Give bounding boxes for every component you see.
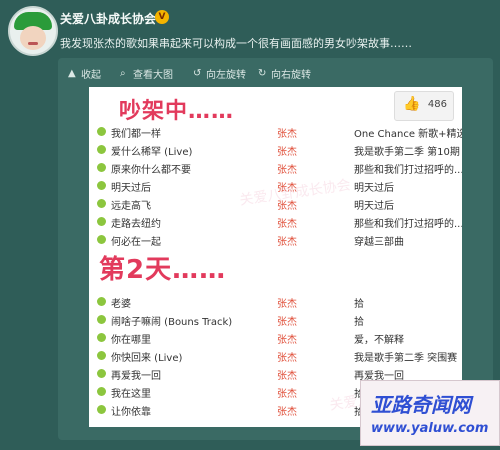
site-logo-name: 亚路奇闻网: [371, 393, 471, 417]
rotate-right-button[interactable]: ↻ 向右旋转: [258, 66, 311, 81]
collapse-icon: ▲: [68, 67, 76, 79]
play-icon: [97, 405, 106, 414]
list-item: 爱什么稀罕 (Live) 张杰 我是歌手第二季 第10期: [89, 141, 462, 159]
play-icon: [97, 235, 106, 244]
thumb-up-icon: 👍: [403, 96, 421, 112]
list-item: 原来你什么都不要 张杰 那些和我们打过招呼的...: [89, 159, 462, 177]
list-item: 闹啥子嘛闹 (Bouns Track) 张杰拾: [89, 311, 462, 329]
face-icon: [20, 26, 46, 50]
heading-fighting: 吵架中……: [119, 99, 235, 124]
play-icon: [97, 181, 106, 190]
rotate-right-icon: ↻: [258, 67, 267, 79]
site-logo: 亚路奇闻网 www.yaluw.com: [360, 380, 500, 446]
list-item: 老婆 张杰拾: [89, 293, 462, 311]
play-icon: [97, 315, 106, 324]
like-count: 486: [427, 99, 447, 110]
play-icon: [97, 127, 106, 136]
list-item: 何必在一起 张杰 穿越三部曲: [89, 231, 462, 249]
post-text: 我发现张杰的歌如果串起来可以构成一个很有画面感的男女吵架故事……: [60, 37, 412, 50]
list-item: 我们都一样 张杰 One Chance 新歌+精选: [89, 123, 462, 141]
rotate-left-button[interactable]: ↺ 向左旋转: [193, 66, 246, 81]
avatar[interactable]: [8, 6, 58, 56]
view-large-button[interactable]: ⌕ 查看大图: [120, 66, 173, 81]
heading-day-two: 第2天……: [99, 255, 227, 285]
account-name[interactable]: 关爱八卦成长协会: [60, 10, 156, 27]
play-icon: [97, 145, 106, 154]
list-item: 走路去纽约 张杰 那些和我们打过招呼的...: [89, 213, 462, 231]
post-image[interactable]: 吵架中…… 👍 486 我们都一样 张杰 One Chance 新歌+精选 爱什么稀…: [89, 87, 462, 427]
play-icon: [97, 199, 106, 208]
collapse-button[interactable]: ▲ 收起: [68, 66, 101, 81]
mouth-icon: [28, 42, 38, 45]
verified-badge-icon: V: [155, 10, 169, 24]
play-icon: [97, 217, 106, 226]
site-logo-url: www.yaluw.com: [371, 421, 489, 436]
play-icon: [97, 297, 106, 306]
play-icon: [97, 163, 106, 172]
search-icon: ⌕: [120, 67, 126, 79]
post-header: 关爱八卦成长协会 V 我发现张杰的歌如果串起来可以构成一个很有画面感的男女吵架故…: [0, 0, 500, 56]
like-button[interactable]: 👍 486: [394, 91, 454, 121]
play-icon: [97, 333, 106, 342]
rotate-left-icon: ↺: [193, 67, 202, 79]
list-item: 你在哪里 张杰 爱，不解释: [89, 329, 462, 347]
play-icon: [97, 387, 106, 396]
play-icon: [97, 351, 106, 360]
play-icon: [97, 369, 106, 378]
list-item: 你快回来 (Live) 张杰 我是歌手第二季 突围赛: [89, 347, 462, 365]
